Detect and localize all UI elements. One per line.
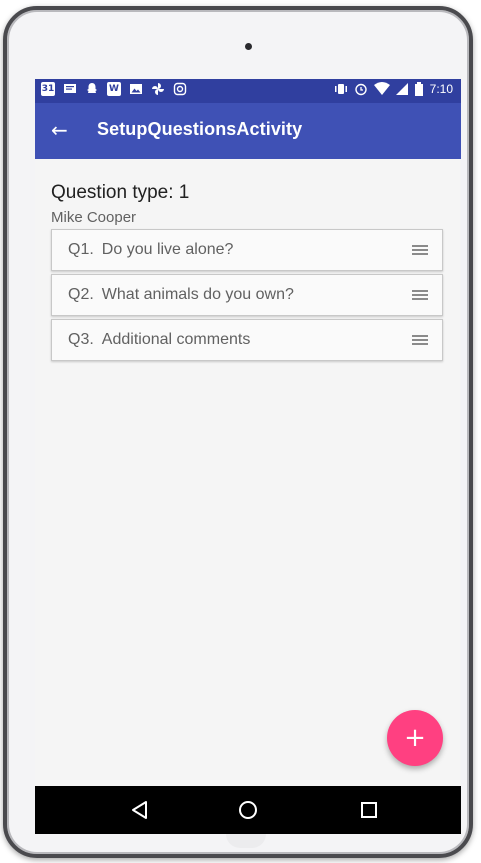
question-type-heading: Question type: 1 <box>51 182 190 203</box>
question-number: Q2. <box>68 286 94 303</box>
add-question-button[interactable]: + <box>387 710 443 766</box>
calendar-icon: 31 <box>41 82 55 96</box>
status-bar: 31 W 7:10 <box>35 79 461 103</box>
question-item-3[interactable]: Q3. Additional comments <box>51 319 443 361</box>
status-system-icons: 7:10 <box>334 82 453 96</box>
question-item-2[interactable]: Q2. What animals do you own? <box>51 274 443 316</box>
message-icon <box>63 82 77 96</box>
battery-icon <box>414 82 423 96</box>
front-camera <box>245 43 252 50</box>
back-arrow-icon[interactable]: ← <box>51 117 68 143</box>
drag-handle-icon[interactable] <box>412 245 428 257</box>
snapchat-icon <box>85 82 99 96</box>
question-item-1[interactable]: Q1. Do you live alone? <box>51 229 443 271</box>
signal-icon <box>395 83 408 95</box>
wifi-icon <box>373 82 390 95</box>
drag-handle-icon[interactable] <box>412 290 428 302</box>
author-name: Mike Cooper <box>51 209 137 226</box>
photos-icon <box>129 82 143 96</box>
question-text: Do you live alone? <box>101 241 234 258</box>
question-list: Q1. Do you live alone? Q2. What animals … <box>51 229 443 361</box>
page-title: SetupQuestionsActivity <box>97 119 303 139</box>
main-content: Question type: 1 Mike Cooper Q1. Do you … <box>51 181 445 364</box>
nav-home-icon[interactable] <box>236 798 260 822</box>
app-bar: ← SetupQuestionsActivity <box>35 103 461 159</box>
status-time: 7:10 <box>429 82 453 96</box>
status-notification-icons: 31 W <box>41 82 187 96</box>
alarm-icon <box>354 83 367 96</box>
navigation-bar <box>35 786 461 834</box>
question-number: Q1. <box>68 241 94 258</box>
question-number: Q3. <box>68 331 94 348</box>
vibrate-icon <box>334 84 347 94</box>
phone-screen: 31 W 7:10 ← SetupQuestionsActivity Quest… <box>35 79 461 834</box>
pinwheel-icon <box>151 82 165 96</box>
nav-recents-icon[interactable] <box>357 798 381 822</box>
drag-handle-icon[interactable] <box>412 335 428 347</box>
question-text: Additional comments <box>101 331 251 348</box>
word-icon: W <box>107 82 121 96</box>
question-text: What animals do you own? <box>101 286 294 303</box>
instagram-icon <box>173 82 187 96</box>
nav-back-icon[interactable] <box>128 798 152 822</box>
